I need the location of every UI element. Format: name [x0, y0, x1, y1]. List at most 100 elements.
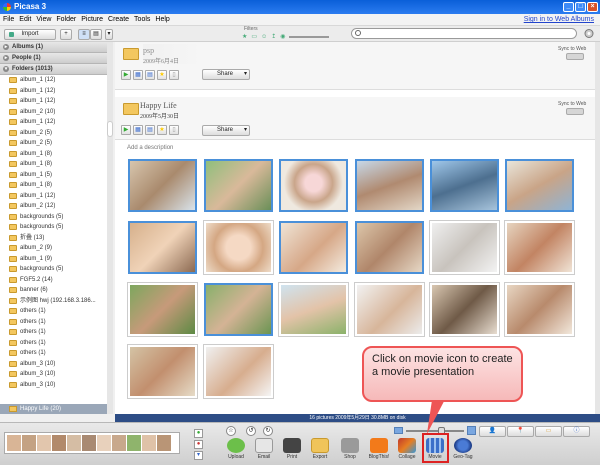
- hold-icon[interactable]: ●: [194, 429, 203, 438]
- shop-button[interactable]: Shop: [337, 438, 363, 460]
- sidebar-folder-item[interactable]: album_2 (10): [0, 107, 112, 118]
- info-panel-button[interactable]: ⓘ: [563, 426, 590, 437]
- photo-thumbnail[interactable]: [355, 283, 424, 336]
- tags-panel-button[interactable]: ▭: [535, 426, 562, 437]
- collage-icon[interactable]: ▦: [133, 125, 143, 135]
- sidebar-folder-item[interactable]: album_1 (5): [0, 170, 112, 181]
- add-to-album-icon[interactable]: ▾: [194, 451, 203, 460]
- sidebar-folder-item[interactable]: banner (6): [0, 285, 112, 296]
- photo-thumbnail[interactable]: [430, 221, 499, 274]
- settings-button[interactable]: [583, 28, 595, 39]
- zoom-track[interactable]: [406, 430, 464, 432]
- filter-slider[interactable]: [289, 35, 330, 38]
- sidebar-folder-item[interactable]: FGF5.2 (14): [0, 275, 112, 286]
- movie-icon[interactable]: ▤: [145, 125, 155, 135]
- sidebar-folder-item[interactable]: album_1 (8): [0, 159, 112, 170]
- sidebar-folder-item[interactable]: others (1): [0, 306, 112, 317]
- geotag-icon[interactable]: ▯: [169, 125, 179, 135]
- photo-thumbnail[interactable]: [430, 283, 499, 336]
- sidebar-folder-item[interactable]: others (1): [0, 317, 112, 328]
- rotate-left-icon[interactable]: ↺: [246, 426, 256, 436]
- tray-thumb[interactable]: [127, 435, 141, 451]
- tray-thumb[interactable]: [112, 435, 126, 451]
- tray-thumb[interactable]: [67, 435, 81, 451]
- movie-icon[interactable]: ▤: [145, 70, 155, 80]
- close-icon[interactable]: ×: [587, 2, 598, 12]
- sidebar-folder-item[interactable]: backgrounds (5): [0, 212, 112, 223]
- sidebar-folder-item[interactable]: album_1 (8): [0, 149, 112, 160]
- sidebar-folder-item[interactable]: 示例图 hwj (192.168.3.186...: [0, 296, 112, 307]
- photo-thumbnail[interactable]: [355, 159, 424, 212]
- photo-thumbnail[interactable]: [505, 221, 574, 274]
- video-filter-icon[interactable]: ▭: [251, 33, 257, 40]
- photo-thumbnail[interactable]: [355, 221, 424, 274]
- people-panel-button[interactable]: 👤: [479, 426, 506, 437]
- tray-thumb[interactable]: [37, 435, 51, 451]
- sidebar-folder-item[interactable]: album_3 (10): [0, 359, 112, 370]
- tray-thumb[interactable]: [52, 435, 66, 451]
- sidebar-folder-item[interactable]: album_3 (10): [0, 369, 112, 380]
- sidebar-folder-item[interactable]: album_1 (12): [0, 86, 112, 97]
- email-button[interactable]: Email: [251, 438, 277, 460]
- tray-thumb[interactable]: [97, 435, 111, 451]
- expand-icon[interactable]: ▸: [3, 44, 9, 50]
- star-icon[interactable]: ★: [157, 70, 167, 80]
- sidebar-folder-item[interactable]: album_1 (12): [0, 96, 112, 107]
- menu-file[interactable]: File: [3, 16, 14, 25]
- sync-toggle[interactable]: [566, 108, 584, 115]
- sidebar-scrollbar[interactable]: [107, 42, 113, 414]
- album-title[interactable]: Happy Life: [140, 101, 177, 110]
- export-button[interactable]: Export: [307, 438, 333, 460]
- menu-help[interactable]: Help: [155, 16, 169, 25]
- tray-thumb[interactable]: [7, 435, 21, 451]
- photo-thumbnail[interactable]: [279, 159, 348, 212]
- sync-toggle[interactable]: [566, 53, 584, 60]
- share-button[interactable]: Share ▾: [202, 69, 250, 80]
- photo-thumbnail[interactable]: [505, 283, 574, 336]
- category-albums[interactable]: ▸ Albums (1): [0, 42, 112, 53]
- maximize-icon[interactable]: □: [575, 2, 586, 12]
- sidebar-folder-item[interactable]: album_1 (12): [0, 117, 112, 128]
- star-toggle-icon[interactable]: ☆: [226, 426, 236, 436]
- menu-edit[interactable]: Edit: [19, 16, 31, 25]
- geotag-filter-icon[interactable]: ◉: [280, 33, 285, 40]
- rotate-right-icon[interactable]: ↻: [263, 426, 273, 436]
- clear-icon[interactable]: ●: [194, 440, 203, 449]
- photo-thumbnail[interactable]: [279, 283, 348, 336]
- sidebar-folder-item[interactable]: album_2 (5): [0, 128, 112, 139]
- menu-view[interactable]: View: [36, 16, 51, 25]
- face-filter-icon[interactable]: ☺: [261, 34, 267, 40]
- menu-tools[interactable]: Tools: [134, 16, 150, 25]
- search-input[interactable]: [351, 28, 577, 39]
- share-button[interactable]: Share ▾: [202, 125, 250, 136]
- menu-folder[interactable]: Folder: [56, 16, 76, 25]
- collage-button[interactable]: Collage: [394, 438, 420, 460]
- menu-create[interactable]: Create: [108, 16, 129, 25]
- places-panel-button[interactable]: 📍: [507, 426, 534, 437]
- category-folders[interactable]: ▾ Folders (1013): [0, 64, 112, 75]
- photo-thumbnail[interactable]: [128, 283, 197, 336]
- photo-thumbnail[interactable]: [204, 221, 273, 274]
- photo-thumbnail[interactable]: [505, 159, 574, 212]
- sidebar-folder-item[interactable]: album_1 (12): [0, 75, 112, 86]
- photo-thumbnail[interactable]: [128, 221, 197, 274]
- sidebar-folder-item[interactable]: album_2 (12): [0, 201, 112, 212]
- photo-thumbnail[interactable]: [204, 345, 273, 398]
- sidebar-folder-item[interactable]: backgrounds (5): [0, 264, 112, 275]
- sidebar-item-selected[interactable]: Happy Life (20): [0, 404, 112, 414]
- sign-in-link[interactable]: Sign in to Web Albums: [524, 16, 594, 23]
- geotag-button[interactable]: Geo-Tag: [450, 438, 476, 460]
- print-button[interactable]: Print: [279, 438, 305, 460]
- upload-button[interactable]: Upload: [223, 438, 249, 460]
- collage-icon[interactable]: ▦: [133, 70, 143, 80]
- tray-thumb[interactable]: [22, 435, 36, 451]
- add-album-button[interactable]: +: [60, 29, 72, 40]
- sidebar-folder-item[interactable]: album_2 (9): [0, 243, 112, 254]
- scrollbar-thumb[interactable]: [108, 122, 112, 136]
- sidebar-folder-item[interactable]: album_1 (12): [0, 191, 112, 202]
- tray-thumb[interactable]: [142, 435, 156, 451]
- photo-thumbnail[interactable]: [128, 345, 197, 398]
- sidebar-folder-item[interactable]: others (1): [0, 338, 112, 349]
- album-description[interactable]: Add a description: [127, 145, 173, 151]
- minimize-icon[interactable]: _: [563, 2, 574, 12]
